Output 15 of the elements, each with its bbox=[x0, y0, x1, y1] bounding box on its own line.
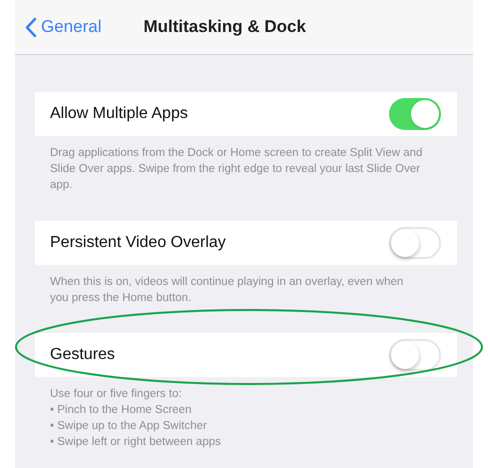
screen-title: Multitasking & Dock bbox=[143, 16, 306, 38]
footer-text: Use four or five fingers to: bbox=[50, 387, 183, 402]
back-button[interactable]: General bbox=[25, 14, 102, 40]
chevron-left-icon bbox=[25, 16, 37, 38]
setting-label: Persistent Video Overlay bbox=[50, 233, 226, 253]
setting-label: Allow Multiple Apps bbox=[50, 104, 188, 124]
footer-text: Drag applications from the Dock or Home screen to create Split View and Slide Over apps. Swipe from the right edge to reveal your last Slide Over app. bbox=[50, 146, 423, 193]
footer-text: • Swipe up to the App Switcher bbox=[50, 419, 208, 434]
footer-text: • Pinch to the Home Screen bbox=[50, 403, 192, 418]
setting-label: Gestures bbox=[50, 345, 115, 365]
footer-text: When this is on, videos will continue playing in an overlay, even when you press the Home button. bbox=[50, 275, 404, 306]
footer-text: • Swipe left or right between apps bbox=[50, 435, 222, 450]
toggle-switch[interactable] bbox=[389, 339, 441, 371]
toggle-switch[interactable] bbox=[389, 227, 441, 259]
toggle-switch[interactable] bbox=[389, 98, 441, 130]
